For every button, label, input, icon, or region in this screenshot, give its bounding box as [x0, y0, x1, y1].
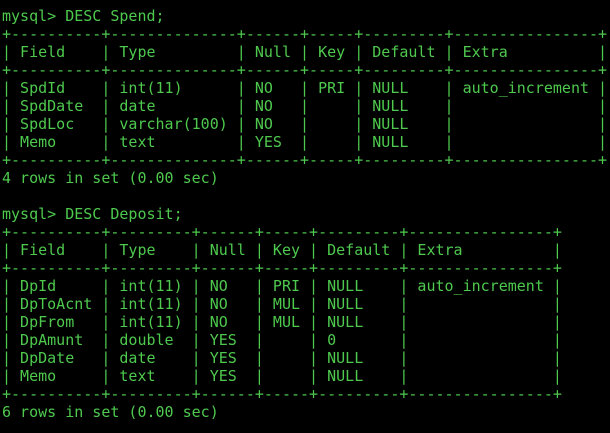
terminal-window[interactable]: mysql> DESC Spend; +----------+---------…	[0, 0, 610, 433]
table-row: | DpAmunt | double | YES | | 0 | |	[2, 331, 562, 349]
table-border: +----------+---------+------+-----+-----…	[2, 223, 562, 241]
table-header-row: | Field | Type | Null | Key | Default | …	[2, 241, 562, 259]
table-border: +----------+--------------+------+-----+…	[2, 61, 608, 79]
table-border: +----------+---------+------+-----+-----…	[2, 259, 562, 277]
table-border: +----------+---------+------+-----+-----…	[2, 385, 562, 403]
table-row: | Memo | text | YES | | NULL | |	[2, 367, 562, 385]
command-line: mysql> DESC Spend;	[2, 7, 165, 25]
table-header-row: | Field | Type | Null | Key | Default | …	[2, 43, 608, 61]
table-row: | DpToAcnt | int(11) | NO | MUL | NULL |…	[2, 295, 562, 313]
table-row: | DpFrom | int(11) | NO | MUL | NULL | |	[2, 313, 562, 331]
table-row: | DpId | int(11) | NO | PRI | NULL | aut…	[2, 277, 562, 295]
table-row: | DpDate | date | YES | | NULL | |	[2, 349, 562, 367]
command-line: mysql> DESC Deposit;	[2, 205, 183, 223]
table-row: | Memo | text | YES | | NULL | |	[2, 133, 608, 151]
result-summary: 6 rows in set (0.00 sec)	[2, 403, 219, 421]
table-row: | SpdId | int(11) | NO | PRI | NULL | au…	[2, 79, 608, 97]
table-border: +----------+--------------+------+-----+…	[2, 25, 608, 43]
result-summary: 4 rows in set (0.00 sec)	[2, 169, 219, 187]
table-row: | SpdLoc | varchar(100) | NO | | NULL | …	[2, 115, 608, 133]
table-row: | SpdDate | date | NO | | NULL | |	[2, 97, 608, 115]
table-border: +----------+--------------+------+-----+…	[2, 151, 608, 169]
